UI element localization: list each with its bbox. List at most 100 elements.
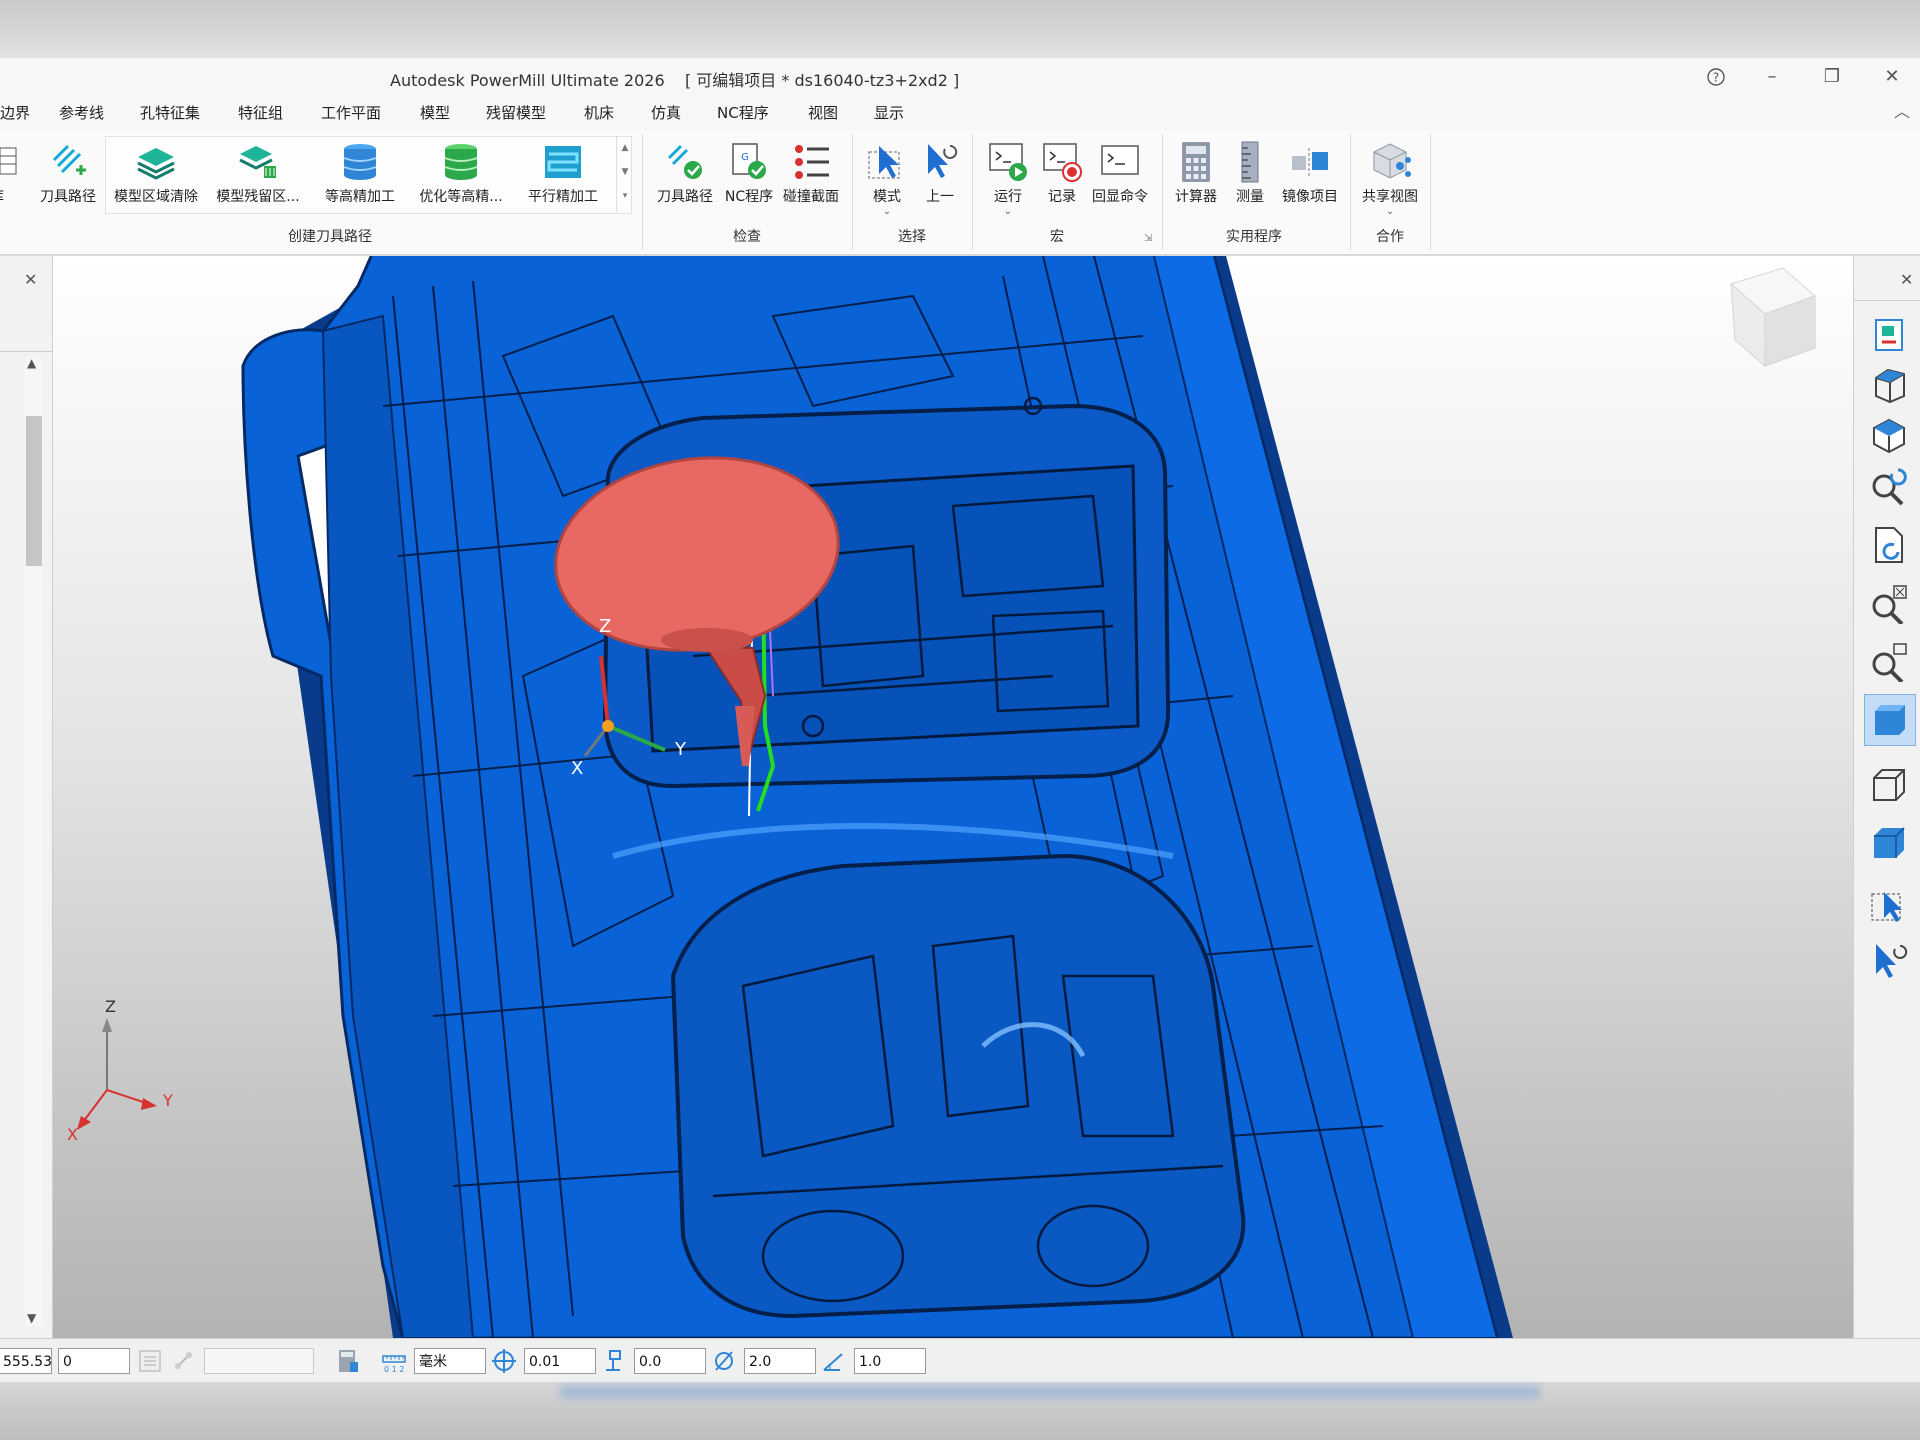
zoom-box-icon[interactable] [1868, 640, 1910, 682]
menu-item-machine[interactable]: 机床 [584, 102, 614, 123]
select-undo-icon[interactable] [1868, 940, 1910, 982]
ribbon: 库 刀具路径 模型区域清除 模型残留区... 等高精加工 优化等高精... 平行… [0, 130, 1920, 255]
blurred-bottom-border [0, 1382, 1920, 1440]
close-button[interactable]: ✕ [1872, 62, 1912, 92]
graphics-viewport[interactable]: Z Y X Z Y X [53, 256, 1853, 1338]
empty-field[interactable] [204, 1348, 314, 1374]
menu-item-workplane[interactable]: 工作平面 [321, 102, 381, 123]
select-previous-icon [928, 144, 958, 178]
raster-finishing-button[interactable]: 平行精加工 [523, 136, 603, 216]
optimised-constant-z-button[interactable]: 优化等高精... [419, 136, 503, 216]
units-ruler-icon[interactable]: 0 1 2 [380, 1348, 408, 1374]
tolerance-icon[interactable] [490, 1348, 518, 1374]
refresh-icon[interactable] [1868, 524, 1910, 566]
tool-axis-z-label: Z [599, 616, 611, 637]
dialog-launcher-icon[interactable]: ⇲ [1144, 233, 1152, 244]
menu-item-model[interactable]: 模型 [420, 102, 450, 123]
top-view-icon[interactable] [1868, 414, 1910, 456]
constant-z-icon [343, 144, 377, 180]
zoom-undo-icon[interactable] [1868, 464, 1910, 506]
raster-icon [545, 146, 581, 178]
collision-section-icon [795, 145, 829, 179]
optimised-constant-z-icon [444, 144, 478, 180]
chevron-down-icon: ⌄ [1385, 206, 1395, 217]
mirror-item-button[interactable]: 镜像项目 [1270, 136, 1350, 216]
units-select[interactable]: 毫米 [414, 1348, 486, 1374]
create-toolpath-button[interactable]: 刀具路径 [28, 136, 108, 216]
share-view-button[interactable]: 共享视图 ⌄ [1350, 136, 1430, 217]
iso-view-icon[interactable] [1868, 364, 1910, 406]
model-view-icon[interactable] [1868, 314, 1910, 356]
plain-shaded-icon[interactable] [1868, 822, 1910, 864]
tool-axis-x-label: X [571, 758, 583, 779]
snap-icon[interactable] [170, 1348, 198, 1374]
shaded-toggle[interactable] [1864, 694, 1916, 746]
thickness-icon[interactable] [600, 1348, 628, 1374]
value-field[interactable]: 0 [58, 1348, 130, 1374]
world-axis-x-label: X [67, 1125, 78, 1144]
app-title: Autodesk PowerMill Ultimate 2026 [390, 71, 665, 90]
menu-item-hole-features[interactable]: 孔特征集 [140, 102, 200, 123]
minimize-button[interactable]: – [1752, 62, 1792, 92]
window-title: Autodesk PowerMill Ultimate 2026 [ 可编辑项目… [390, 67, 959, 91]
world-axis-z-label: Z [105, 997, 116, 1016]
menu-item-feature-groups[interactable]: 特征组 [238, 102, 283, 123]
coordinate-readout: 555.53 [0, 1348, 52, 1374]
stepover-icon[interactable] [820, 1348, 848, 1374]
menu-item-stock-model[interactable]: 残留模型 [486, 102, 546, 123]
area-clearance-icon [137, 148, 175, 180]
model-render: Z Y X Z Y X [67, 256, 1816, 1338]
help-button[interactable]: ? [1696, 62, 1736, 92]
model-area-clearance-button[interactable]: 模型区域清除 [114, 136, 198, 216]
ruler-icon [1241, 141, 1259, 183]
diameter-field[interactable]: 2.0 [744, 1348, 816, 1374]
blurred-top-border [0, 0, 1920, 58]
collaboration-group-label: 合作 [1376, 229, 1404, 245]
scroll-up-icon[interactable]: ▲ [27, 356, 36, 370]
ribbon-collapse-icon[interactable]: ︿ [1894, 98, 1910, 122]
thickness-field[interactable]: 0.0 [634, 1348, 706, 1374]
model-rest-clearance-button[interactable]: 模型残留区... [216, 136, 300, 216]
explorer-scrollbar[interactable]: ▲ ▼ [25, 356, 43, 1326]
close-icon[interactable]: ✕ [24, 270, 37, 289]
help-icon: ? [1707, 68, 1725, 86]
macro-group-label: 宏 [1050, 229, 1064, 245]
menu-bar: 边界 参考线 孔特征集 特征组 工作平面 模型 残留模型 机床 仿真 NC程序 … [0, 96, 1920, 130]
menu-item-nc-program[interactable]: NC程序 [717, 102, 769, 123]
view-cube-icon[interactable] [1730, 267, 1816, 368]
macro-record-icon [1043, 143, 1082, 182]
tool-axis-y-label: Y [674, 739, 687, 760]
menu-item-boundary[interactable]: 边界 [0, 102, 30, 123]
shaded-icon [1875, 705, 1905, 735]
calculator-icon[interactable] [334, 1348, 362, 1374]
menu-item-simulation[interactable]: 仿真 [651, 102, 681, 123]
wireframe-icon[interactable] [1868, 764, 1910, 806]
gallery-scroll[interactable]: ▲ ▼ ▾ [616, 136, 633, 212]
toolbar-divider [1854, 300, 1920, 301]
status-bar: 555.53 0 0 1 2 毫米 0.01 0.0 2.0 1.0 [0, 1338, 1920, 1383]
scroll-down-icon[interactable]: ▼ [27, 1311, 36, 1325]
menu-item-pattern[interactable]: 参考线 [59, 102, 104, 123]
panel-divider [0, 351, 52, 352]
constant-z-finishing-button[interactable]: 等高精加工 [320, 136, 400, 216]
project-name: [ 可编辑项目 * ds16040-tz3+2xd2 ] [684, 71, 960, 90]
scroll-thumb[interactable] [26, 416, 42, 566]
menu-item-view[interactable]: 视图 [808, 102, 838, 123]
explorer-panel: ✕ ▲ ▼ [0, 256, 53, 1338]
menu-item-display[interactable]: 显示 [874, 102, 904, 123]
diameter-icon[interactable] [710, 1348, 738, 1374]
title-bar: Autodesk PowerMill Ultimate 2026 [ 可编辑项目… [0, 58, 1920, 96]
toolpath-check-icon [667, 144, 702, 179]
select-icon[interactable] [1868, 884, 1910, 926]
select-group-label: 选择 [898, 229, 926, 245]
restore-button[interactable]: ❐ [1812, 62, 1852, 92]
stepover-field[interactable]: 1.0 [854, 1348, 926, 1374]
toolpath-add-icon [52, 144, 86, 175]
create-toolpath-group-label: 创建刀具路径 [288, 229, 372, 245]
close-icon[interactable]: ✕ [1900, 270, 1913, 289]
list-icon[interactable] [136, 1348, 164, 1374]
zoom-fit-icon[interactable] [1868, 582, 1910, 624]
mirror-icon [1292, 148, 1328, 176]
world-axis-y-label: Y [162, 1091, 173, 1110]
tolerance-field[interactable]: 0.01 [524, 1348, 596, 1374]
